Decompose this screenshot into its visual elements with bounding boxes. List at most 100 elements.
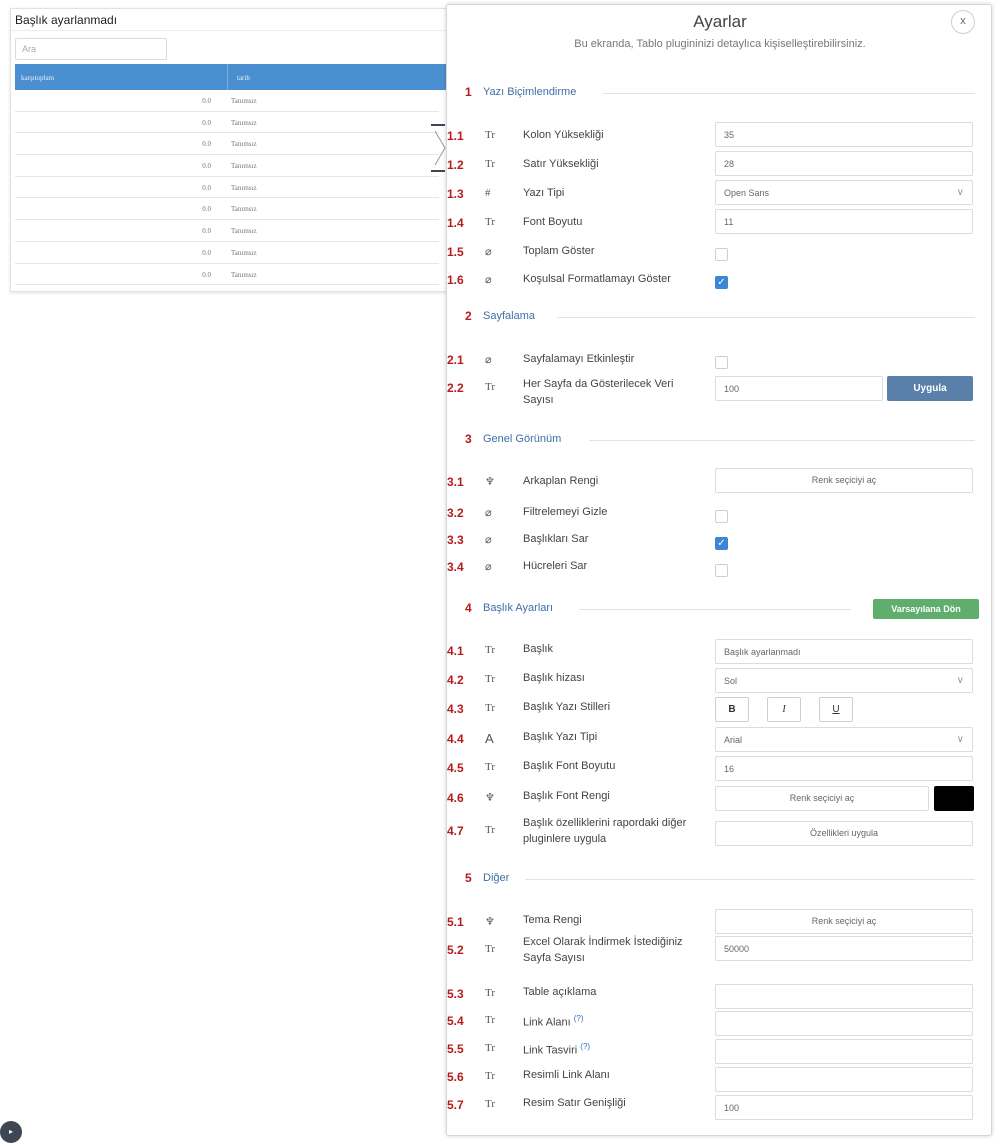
underline-button[interactable]: U: [819, 697, 853, 722]
table-row[interactable]: 0.0 Tanımsız: [15, 155, 439, 177]
setting-label: Sayfalamayı Etkinleştir: [523, 353, 635, 365]
title-input[interactable]: Başlık ayarlanmadı: [715, 639, 973, 664]
chevron-down-icon: ∨: [956, 675, 964, 686]
column-divider: [227, 64, 228, 90]
setting-label: Başlık özelliklerini rapordaki diğer plu…: [523, 817, 687, 845]
setting-label: Resimli Link Alanı: [523, 1069, 610, 1081]
table-description-input[interactable]: [715, 984, 973, 1009]
bold-button[interactable]: B: [715, 697, 749, 722]
setting-number: 4.5: [447, 761, 464, 775]
setting-label: Excel Olarak İndirmek İstediğiniz Sayfa …: [523, 936, 683, 964]
title-color-picker-button[interactable]: Renk seçiciyi aç: [715, 786, 929, 811]
table-cell: Tanımsız: [231, 183, 257, 192]
table-cell: 0.0: [202, 270, 211, 279]
table-row[interactable]: 0.0 Tanımsız: [15, 220, 439, 242]
help-icon[interactable]: (?): [574, 1014, 584, 1023]
setting-label: Satır Yüksekliği: [523, 158, 599, 170]
text-type-icon: Tr: [485, 702, 495, 714]
setting-label: Link Tasviri (?): [523, 1039, 713, 1059]
table-cell: 0.0: [202, 162, 211, 171]
wrap-cells-checkbox[interactable]: [715, 564, 728, 577]
text-type-icon: Tr: [485, 1042, 495, 1054]
setting-label: Yazı Tipi: [523, 187, 565, 199]
setting-number: 4.1: [447, 644, 464, 658]
floating-action-button[interactable]: ▸: [0, 1121, 22, 1143]
apply-button[interactable]: Uygula: [887, 376, 973, 401]
enable-paging-checkbox[interactable]: [715, 356, 728, 369]
setting-label: Başlık Font Rengi: [523, 790, 610, 802]
setting-number: 5.5: [447, 1042, 464, 1056]
setting-label: Filtrelemeyi Gizle: [523, 506, 608, 518]
table-cell: Tanımsız: [231, 270, 257, 279]
table-row[interactable]: 0.0 Tanımsız: [15, 198, 439, 221]
setting-number: 5.4: [447, 1014, 464, 1028]
wrap-headers-checkbox[interactable]: ✓: [715, 537, 728, 550]
table-row[interactable]: 0.0 Tanımsız: [15, 177, 439, 199]
font-size-input[interactable]: 11: [715, 209, 973, 234]
column-height-input[interactable]: 35: [715, 122, 973, 147]
section-header: 3 Genel Görünüm: [461, 430, 975, 450]
page-size-input[interactable]: 100: [715, 376, 883, 401]
apply-properties-button[interactable]: Özellikleri uygula: [715, 821, 973, 846]
column-header[interactable]: tarih: [237, 74, 250, 82]
table-row[interactable]: 0.0 Tanımsız: [15, 112, 439, 134]
divider: [557, 317, 975, 318]
setting-number: 5.7: [447, 1098, 464, 1112]
setting-number: 4.2: [447, 673, 464, 687]
section-number: 5: [465, 871, 472, 885]
paint-bucket-icon: ♆: [485, 916, 495, 928]
setting-label: Başlık Font Boyutu: [523, 760, 616, 772]
setting-label: Tema Rengi: [523, 914, 582, 926]
setting-label: Hücreleri Sar: [523, 560, 588, 572]
title-color-swatch[interactable]: [934, 786, 974, 811]
eye-slash-icon: ⌀: [485, 561, 492, 573]
title-font-select[interactable]: Arial ∨: [715, 727, 973, 752]
search-input[interactable]: [15, 38, 167, 60]
setting-number: 3.2: [447, 506, 464, 520]
hide-filter-checkbox[interactable]: [715, 510, 728, 523]
table-row[interactable]: 0.0 Tanımsız: [15, 90, 439, 112]
table-cell: 0.0: [202, 227, 211, 236]
table-row[interactable]: 0.0 Tanımsız: [15, 133, 439, 156]
setting-label: Font Boyutu: [523, 216, 583, 228]
help-icon[interactable]: (?): [580, 1042, 590, 1051]
reset-defaults-button[interactable]: Varsayılana Dön: [873, 599, 979, 619]
title-align-select[interactable]: Sol ∨: [715, 668, 973, 693]
table-cell: Tanımsız: [231, 140, 257, 149]
setting-label: Her Sayfa da Gösterilecek Veri Sayısı: [523, 378, 674, 406]
theme-color-picker-button[interactable]: Renk seçiciyi aç: [715, 909, 973, 934]
setting-label: Başlık Yazı Stilleri: [523, 701, 611, 713]
setting-label: Başlıkları Sar: [523, 533, 589, 545]
title-font-size-input[interactable]: 16: [715, 756, 973, 781]
column-header[interactable]: karşıtoplam: [21, 74, 54, 82]
eye-slash-icon: ⌀: [485, 246, 492, 258]
link-description-input[interactable]: [715, 1039, 973, 1064]
eye-slash-icon: ⌀: [485, 507, 492, 519]
section-number: 1: [465, 85, 472, 99]
setting-number: 4.6: [447, 791, 464, 805]
table-cell: 0.0: [202, 205, 211, 214]
widget-title: Başlık ayarlanmadı: [15, 13, 118, 27]
section-header: 2 Sayfalama: [461, 307, 975, 327]
image-link-input[interactable]: [715, 1067, 973, 1092]
settings-panel: x Ayarlar Bu ekranda, Tablo plugininizi …: [446, 4, 992, 1136]
chevron-down-icon: ∨: [956, 187, 964, 198]
table-cell: Tanımsız: [231, 118, 257, 127]
table-cell: Tanımsız: [231, 205, 257, 214]
background-color-picker-button[interactable]: Renk seçiciyi aç: [715, 468, 973, 493]
font-family-select[interactable]: Open Sans ∨: [715, 180, 973, 205]
italic-button[interactable]: I: [767, 697, 801, 722]
table-row[interactable]: 0.0 Tanımsız: [15, 264, 439, 286]
row-height-input[interactable]: 28: [715, 151, 973, 176]
table-row[interactable]: 0.0 Tanımsız: [15, 242, 439, 264]
text-type-icon: Tr: [485, 824, 495, 836]
image-row-width-input[interactable]: 100: [715, 1095, 973, 1120]
excel-page-count-input[interactable]: 50000: [715, 936, 973, 961]
show-total-checkbox[interactable]: [715, 248, 728, 261]
text-type-icon: Tr: [485, 673, 495, 685]
table-cell: Tanımsız: [231, 248, 257, 257]
conditional-format-checkbox[interactable]: ✓: [715, 276, 728, 289]
setting-number: 4.7: [447, 824, 464, 838]
setting-number: 1.5: [447, 245, 464, 259]
link-field-input[interactable]: [715, 1011, 973, 1036]
